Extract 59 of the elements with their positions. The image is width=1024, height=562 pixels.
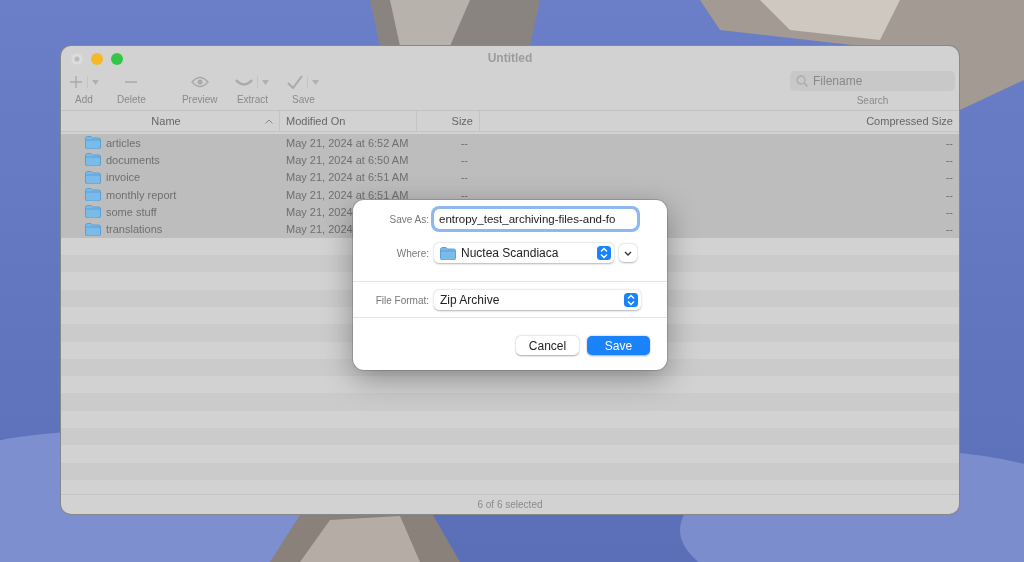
folder-icon	[85, 188, 101, 202]
folder-icon	[85, 205, 101, 219]
folder-icon	[440, 246, 456, 260]
folder-icon	[85, 136, 101, 150]
file-name: invoice	[106, 171, 141, 184]
field-label: Where:	[395, 247, 429, 259]
checkmark-icon	[287, 75, 304, 89]
file-size: --	[460, 136, 468, 149]
field-label: File Format:	[374, 294, 429, 306]
file-size: --	[460, 171, 468, 184]
toolbar-label[interactable]: Preview	[181, 94, 218, 105]
save-button[interactable]: Save	[587, 336, 650, 355]
file-name: articles	[106, 136, 141, 149]
file-size: --	[460, 188, 468, 201]
close-button[interactable]	[71, 53, 83, 65]
format-dropdown[interactable]: Zip Archive	[434, 290, 641, 310]
compressed-size: --	[945, 223, 953, 236]
eye-icon	[190, 76, 209, 88]
compressed-size: --	[945, 188, 953, 201]
plus-icon	[69, 75, 83, 89]
file-name: some stuff	[106, 205, 157, 218]
location-dropdown[interactable]: Nuctea Scandiaca	[434, 243, 614, 263]
compressed-size: --	[945, 205, 953, 218]
up-down-arrows-icon	[624, 293, 638, 307]
compressed-size: --	[945, 153, 953, 166]
file-name: monthly report	[106, 188, 177, 201]
search-label: Search	[856, 95, 889, 106]
file-row[interactable]: documents May 21, 2024 at 6:50 AM -- --	[61, 151, 959, 169]
modified-date: May 21, 2024 at 6:50 AM	[286, 153, 409, 166]
search-field[interactable]: Filename	[790, 71, 955, 91]
column-header[interactable]: Name	[61, 111, 280, 131]
folder-icon	[85, 153, 101, 167]
file-size: --	[460, 153, 468, 166]
column-header[interactable]: Compressed Size	[480, 111, 959, 131]
toolbar-label[interactable]: Save	[292, 94, 315, 105]
up-down-arrows-icon	[597, 246, 611, 260]
file-row[interactable]: articles May 21, 2024 at 6:52 AM -- --	[61, 134, 959, 152]
modified-date: May 21, 2024	[286, 205, 353, 218]
file-name: translations	[106, 223, 163, 236]
toolbar-label[interactable]: Extract	[236, 94, 269, 105]
column-header[interactable]: Size	[417, 111, 480, 131]
modified-date: May 21, 2024 at 6:51 AM	[286, 171, 409, 184]
status-text: 6 of 6 selected	[477, 499, 543, 510]
modified-date: May 21, 2024 at 6:52 AM	[286, 136, 409, 149]
folder-icon	[85, 222, 101, 236]
cancel-button[interactable]: Cancel	[516, 336, 579, 355]
zoom-button[interactable]	[111, 53, 123, 65]
compressed-size: --	[945, 171, 953, 184]
toolbar-label[interactable]: Delete	[117, 94, 146, 105]
toolbar-label[interactable]: Add	[75, 94, 93, 105]
file-name: documents	[106, 153, 160, 166]
modified-date: May 21, 2024 at 6:51 AM	[286, 188, 409, 201]
column-header[interactable]: Modified On	[280, 111, 417, 131]
chevron-down-icon	[624, 250, 632, 256]
minimize-button[interactable]	[91, 53, 103, 65]
compressed-size: --	[945, 136, 953, 149]
search-icon	[796, 75, 808, 87]
folder-icon	[85, 170, 101, 184]
modified-date: May 21, 2024	[286, 223, 353, 236]
